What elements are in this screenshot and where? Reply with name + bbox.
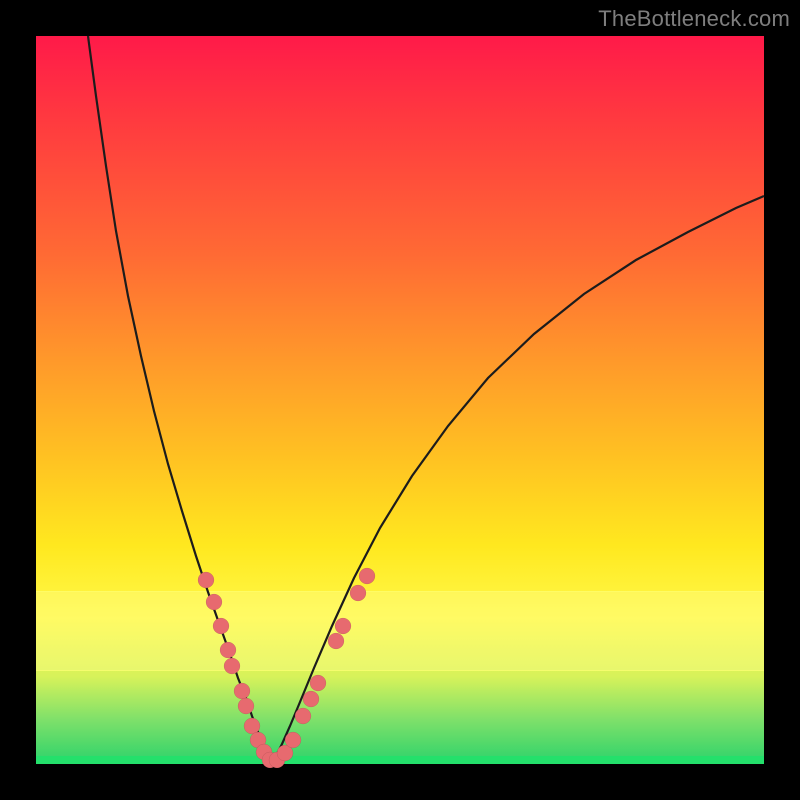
- curve-left-branch: [88, 36, 272, 762]
- highlighted-point: [303, 691, 319, 707]
- highlighted-point: [335, 618, 351, 634]
- highlighted-point: [238, 698, 254, 714]
- highlighted-point: [206, 594, 222, 610]
- watermark-text: TheBottleneck.com: [598, 6, 790, 32]
- highlighted-point: [220, 642, 236, 658]
- highlighted-point: [285, 732, 301, 748]
- highlighted-point: [224, 658, 240, 674]
- chart-svg: [36, 36, 764, 764]
- chart-frame: TheBottleneck.com: [0, 0, 800, 800]
- highlighted-point: [295, 708, 311, 724]
- highlighted-point: [328, 633, 344, 649]
- chart-plot-area: [36, 36, 764, 764]
- highlighted-point: [310, 675, 326, 691]
- highlighted-point: [198, 572, 214, 588]
- highlighted-point: [213, 618, 229, 634]
- curve-right-branch: [272, 196, 764, 762]
- highlighted-point: [234, 683, 250, 699]
- highlighted-points-group: [198, 568, 375, 768]
- highlighted-point: [244, 718, 260, 734]
- highlighted-point: [359, 568, 375, 584]
- highlighted-point: [350, 585, 366, 601]
